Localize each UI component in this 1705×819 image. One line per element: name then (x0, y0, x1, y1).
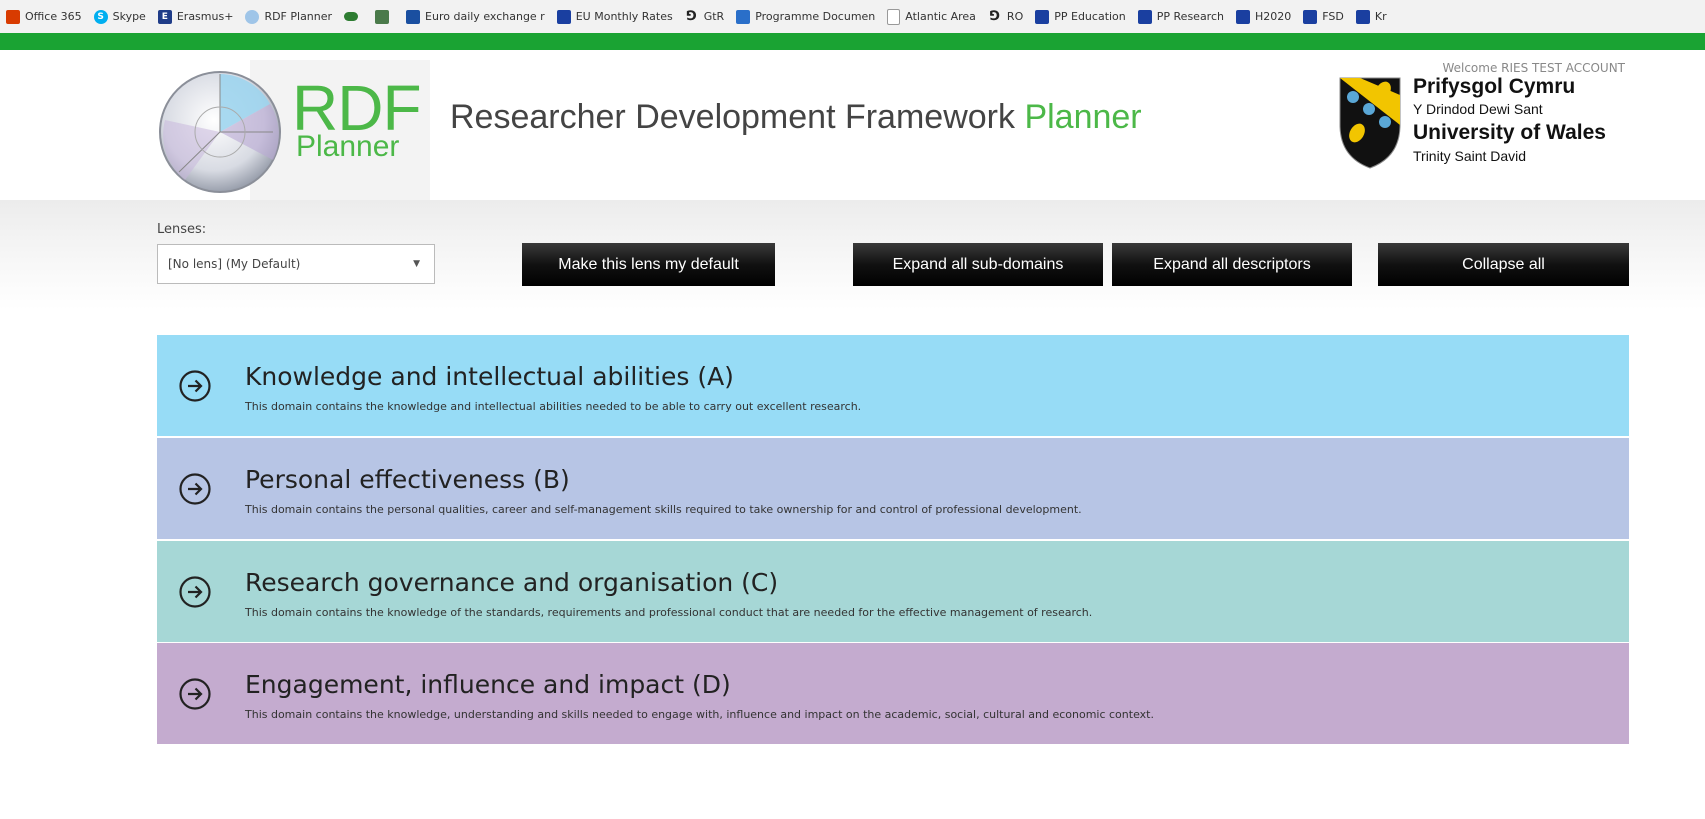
rdf-planner-logo[interactable]: RDF Planner (155, 60, 430, 200)
bookmark-fsd[interactable]: FSD (1303, 9, 1344, 24)
domain-description: This domain contains the knowledge, unde… (245, 708, 1154, 721)
domain-title: Knowledge and intellectual abilities (A) (245, 362, 734, 391)
lenses-label: Lenses: (157, 222, 207, 237)
bookmarks-bar: Office 365 S Skype E Erasmus+ RDF Planner … (0, 0, 1705, 33)
bookmark-pp-education[interactable]: PP Education (1035, 9, 1126, 24)
bookmark-kr[interactable]: Kr (1355, 9, 1387, 24)
site-header: RDF Planner Researcher Development Frame… (0, 50, 1705, 200)
bookmark-office365[interactable]: Office 365 (6, 9, 82, 24)
bookmark-euro-exchange[interactable]: Euro daily exchange r (406, 9, 545, 24)
domain-description: This domain contains the knowledge of th… (245, 606, 1093, 619)
main-content: Lenses: [No lens] (My Default) ▼ Make th… (0, 200, 1705, 819)
domain-description: This domain contains the personal qualit… (245, 503, 1082, 516)
expand-sub-domains-button[interactable]: Expand all sub-domains (853, 243, 1103, 286)
university-name-english: University of Wales (1413, 121, 1606, 144)
bookmark-ro[interactable]: ⅁ RO (988, 9, 1023, 24)
bookmark-link[interactable] (344, 12, 363, 21)
expand-descriptors-button[interactable]: Expand all descriptors (1112, 243, 1352, 286)
site-title-accent: Planner (1024, 98, 1142, 136)
top-green-bar (0, 33, 1705, 50)
welcome-text: Welcome RIES TEST ACCOUNT (1442, 61, 1625, 75)
pp-icon (1137, 9, 1152, 24)
site-title-main: Researcher Development Framework (450, 98, 1015, 136)
eu-icon (1303, 9, 1318, 24)
collapse-all-button[interactable]: Collapse all (1378, 243, 1629, 286)
domain-description: This domain contains the knowledge and i… (245, 400, 862, 413)
domain-d[interactable]: Engagement, influence and impact (D) Thi… (157, 643, 1629, 744)
university-name: Prifysgol Cymru Y Drindod Dewi Sant Univ… (1413, 75, 1606, 165)
bookmark-eu-monthly[interactable]: EU Monthly Rates (556, 9, 673, 24)
link-icon (344, 12, 359, 21)
university-subname-welsh: Y Drindod Dewi Sant (1413, 101, 1543, 117)
page-icon (887, 8, 901, 25)
pp-icon (1035, 9, 1050, 24)
bookmark-h2020[interactable]: H2020 (1236, 9, 1291, 24)
lens-select-value: [No lens] (My Default) (168, 257, 301, 271)
arrow-right-circle-icon[interactable] (178, 575, 212, 609)
bookmark-rdf-planner[interactable]: RDF Planner (245, 9, 332, 24)
ro-icon: ⅁ (989, 9, 1000, 24)
arrow-right-circle-icon[interactable] (178, 472, 212, 506)
domain-title: Personal effectiveness (B) (245, 465, 570, 494)
eu-icon (1236, 9, 1250, 24)
bookmark-gtr[interactable]: ⅁ GtR (685, 9, 725, 24)
university-subname-english: Trinity Saint David (1413, 148, 1527, 164)
rdf-icon (245, 9, 260, 24)
domain-title: Engagement, influence and impact (D) (245, 670, 731, 699)
lens-select[interactable]: [No lens] (My Default) ▼ (157, 244, 435, 284)
image-icon (375, 9, 390, 24)
office-icon (6, 9, 20, 24)
arrow-right-circle-icon[interactable] (178, 369, 212, 403)
university-logo[interactable]: Prifysgol Cymru Y Drindod Dewi Sant Univ… (1335, 75, 1635, 170)
chevron-down-icon: ▼ (413, 259, 420, 269)
bookmark-atlantic-area[interactable]: Atlantic Area (887, 8, 976, 25)
bookmark-programme-docs[interactable]: Programme Documen (736, 9, 875, 24)
eu-icon (1355, 9, 1370, 24)
domain-a[interactable]: Knowledge and intellectual abilities (A)… (157, 335, 1629, 436)
bookmark-skype[interactable]: S Skype (93, 9, 146, 24)
erasmus-icon: E (157, 9, 172, 24)
domain-b[interactable]: Personal effectiveness (B) This domain c… (157, 438, 1629, 539)
bookmark-pp-research[interactable]: PP Research (1137, 9, 1224, 24)
document-icon (736, 9, 751, 24)
site-title: Researcher Development Framework Planner (450, 98, 1142, 137)
logo-planner-text: Planner (296, 130, 400, 163)
arrow-right-circle-icon[interactable] (178, 677, 212, 711)
euro-icon (406, 9, 421, 24)
skype-icon: S (93, 9, 108, 24)
bookmark-erasmus[interactable]: E Erasmus+ (157, 9, 233, 24)
eu-icon (556, 9, 571, 24)
bookmark-image[interactable] (375, 9, 394, 24)
domain-c[interactable]: Research governance and organisation (C)… (157, 541, 1629, 642)
university-crest-icon (1339, 77, 1401, 169)
domain-title: Research governance and organisation (C) (245, 568, 779, 597)
university-name-welsh: Prifysgol Cymru (1413, 75, 1576, 98)
make-default-button[interactable]: Make this lens my default (522, 243, 775, 286)
gtr-icon: ⅁ (686, 9, 697, 24)
